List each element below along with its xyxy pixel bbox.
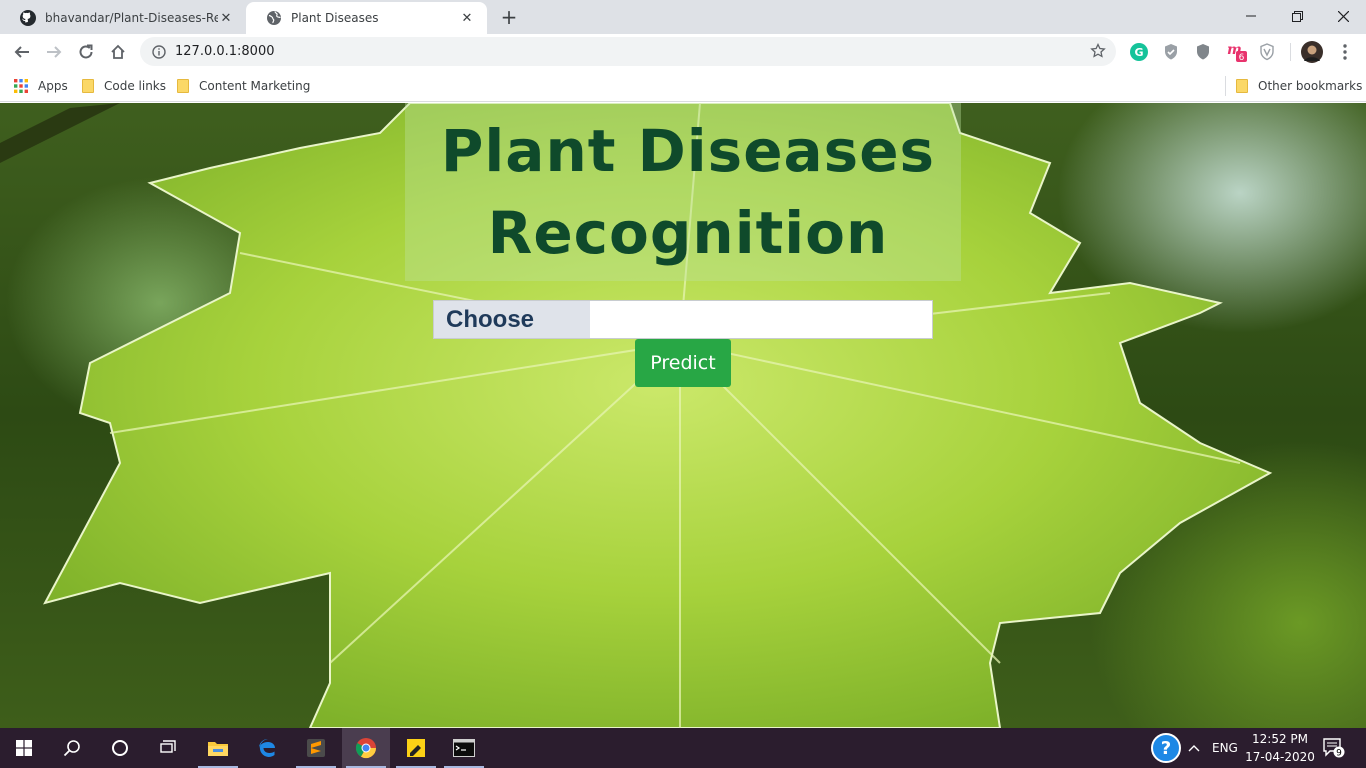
restore-button[interactable] (1274, 0, 1320, 32)
back-button[interactable] (8, 38, 36, 66)
page-title-line-1: Plant Diseases (440, 117, 936, 185)
minimize-button[interactable] (1228, 0, 1274, 32)
profile-avatar[interactable] (1300, 40, 1324, 64)
info-icon (152, 44, 166, 59)
globe-icon (266, 10, 282, 26)
page-title-line-2: Recognition (487, 199, 889, 267)
close-window-button[interactable] (1320, 0, 1366, 32)
language-indicator[interactable]: ENG (1212, 741, 1238, 755)
mail-extension-icon[interactable]: m6 (1226, 41, 1248, 63)
chrome-icon[interactable] (342, 728, 390, 768)
close-tab-icon[interactable]: ✕ (459, 10, 475, 26)
shield-icon[interactable] (1192, 41, 1214, 63)
shield-check-icon[interactable] (1160, 41, 1182, 63)
help-icon[interactable]: ? (1148, 728, 1184, 768)
notification-count: 9 (1336, 749, 1342, 759)
bookmark-apps[interactable]: Apps (14, 76, 68, 96)
tab-plant-diseases[interactable]: Plant Diseases ✕ (246, 2, 487, 34)
tab-strip: bhavandar/Plant-Diseases-Recognition ✕ P… (0, 0, 1366, 34)
toolbar-divider (1290, 43, 1291, 61)
edge-icon[interactable] (244, 728, 292, 768)
sticky-notes-icon[interactable] (392, 728, 440, 768)
page-content: Plant Diseases Recognition Choose Predic… (0, 103, 1366, 728)
svg-text:?: ? (1161, 738, 1171, 759)
folder-icon (1236, 79, 1248, 93)
folder-icon (82, 79, 94, 93)
forward-arrow-icon (47, 46, 62, 58)
tab-github[interactable]: bhavandar/Plant-Diseases-Recognition ✕ (0, 2, 246, 34)
bookmark-folder-other[interactable]: Other bookmarks (1236, 76, 1362, 96)
clock-date[interactable]: 17-04-2020 (1244, 750, 1316, 764)
terminal-icon[interactable] (440, 728, 488, 768)
github-icon (20, 10, 36, 26)
bookmark-label: Apps (38, 79, 68, 93)
bookmark-label: Code links (104, 79, 167, 93)
windows-taskbar: ? ENG 12:52 PM 17-04-2020 9 (0, 728, 1366, 768)
url-text: 127.0.0.1:8000 (175, 44, 275, 59)
tab-title: Plant Diseases (291, 11, 379, 25)
new-tab-button[interactable]: + (498, 5, 520, 29)
reload-button[interactable] (72, 38, 100, 66)
bookmarks-divider (1225, 76, 1226, 96)
svg-text:G: G (1134, 46, 1143, 59)
tab-title: bhavandar/Plant-Diseases-Recognition (45, 11, 218, 25)
bookmark-label: Content Marketing (199, 79, 311, 93)
bookmark-folder-code-links[interactable]: Code links (82, 76, 166, 96)
windows-start-icon[interactable] (0, 728, 48, 768)
back-arrow-icon (14, 46, 29, 58)
file-chooser[interactable]: Choose (433, 300, 933, 339)
vpn-shield-icon[interactable] (1256, 41, 1278, 63)
choose-file-button[interactable]: Choose (434, 301, 590, 338)
search-icon[interactable] (48, 728, 96, 768)
reload-icon (79, 44, 93, 59)
grammarly-icon[interactable]: G (1128, 41, 1150, 63)
bookmark-label: Other bookmarks (1258, 79, 1363, 93)
notification-center-icon[interactable]: 9 (1316, 728, 1352, 768)
file-explorer-icon[interactable] (194, 728, 242, 768)
task-view-icon[interactable] (144, 728, 192, 768)
folder-icon (177, 79, 189, 93)
home-button[interactable] (104, 38, 132, 66)
bookmark-folder-content-marketing[interactable]: Content Marketing (177, 76, 310, 96)
sublime-icon[interactable] (292, 728, 340, 768)
apps-grid-icon (14, 79, 28, 93)
home-icon (111, 44, 125, 59)
predict-button[interactable]: Predict (635, 339, 731, 387)
address-bar[interactable]: 127.0.0.1:8000 (140, 37, 1116, 66)
extension-badge: 6 (1239, 53, 1245, 63)
cortana-icon[interactable] (96, 728, 144, 768)
clock-time[interactable]: 12:52 PM (1251, 732, 1309, 746)
file-name-field[interactable] (590, 301, 932, 338)
more-menu-icon[interactable] (1334, 41, 1356, 63)
page-title: Plant Diseases Recognition (405, 103, 961, 281)
bookmarks-bar: Apps Code links Content Marketing Other … (0, 70, 1366, 102)
close-tab-icon[interactable]: ✕ (218, 10, 234, 26)
chevron-up-icon[interactable] (1184, 728, 1204, 768)
bookmark-star-icon[interactable] (1090, 42, 1106, 62)
forward-button[interactable] (40, 38, 68, 66)
browser-toolbar: 127.0.0.1:8000 G m6 (0, 34, 1366, 70)
